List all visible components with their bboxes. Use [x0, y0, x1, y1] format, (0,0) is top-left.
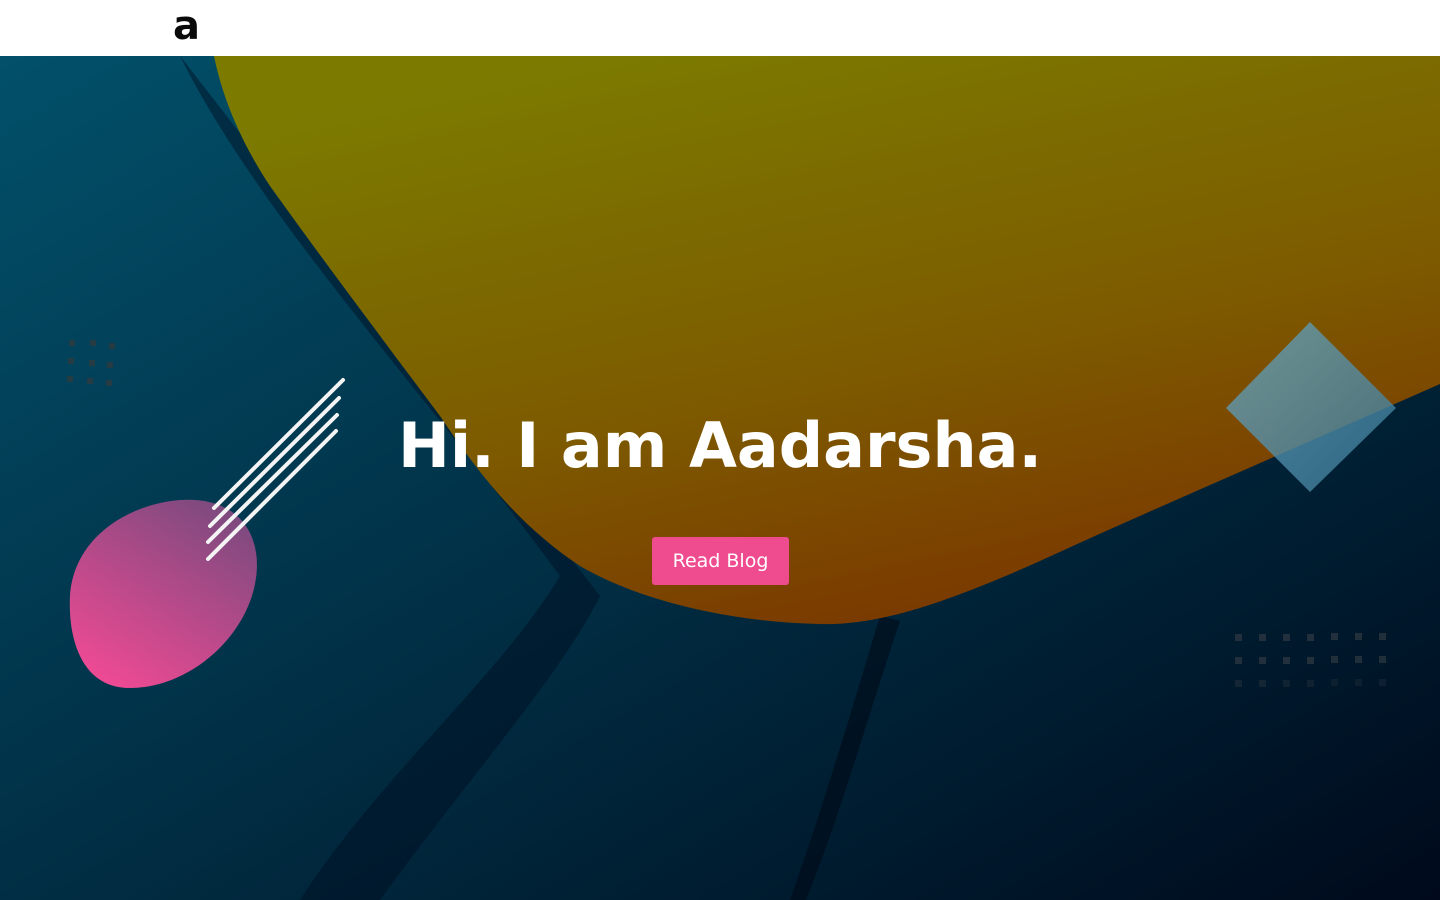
read-blog-button[interactable]: Read Blog [652, 537, 789, 585]
hero-section: Hi. I am Aadarsha. Read Blog [0, 56, 1440, 900]
top-navbar: a [0, 0, 1440, 56]
hero-title: Hi. I am Aadarsha. [397, 409, 1042, 482]
page: a Hi. I am Aadarsha. Read Blog [0, 0, 1440, 900]
site-logo[interactable]: a [173, 2, 200, 50]
